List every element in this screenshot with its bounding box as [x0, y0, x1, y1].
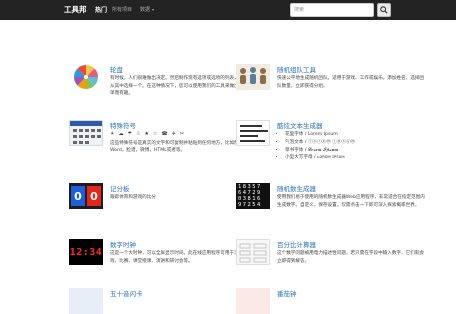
- card-title[interactable]: 记分板: [110, 183, 130, 193]
- card-title[interactable]: 百分比计算器: [277, 239, 316, 249]
- fancy-text-example: 花里字体 / Lorem Ipsum: [285, 131, 425, 139]
- score-left-value: 0: [74, 189, 82, 203]
- score-right-value: 0: [90, 189, 98, 203]
- text-lines-icon: [240, 125, 268, 142]
- random-number-thumbnail[interactable]: 18357 64729 03816 97254: [236, 183, 270, 209]
- scoreboard-thumbnail[interactable]: 0 0: [69, 183, 103, 209]
- search-input[interactable]: [290, 3, 374, 17]
- card-title[interactable]: 特殊符号: [110, 120, 136, 130]
- card-description: 花里字体 / Lorem Ipsum 气泡文本 / ⓛⓞⓡⓔⓜ ⓘⓟⓢⓤⓜ 草书…: [277, 131, 425, 162]
- clock-thumbnail[interactable]: 12:34: [69, 239, 103, 265]
- card-title[interactable]: 随机数生成器: [277, 183, 316, 193]
- fancy-text-example: 草书字体 / 𝓛𝓸𝓻𝓮𝓶 𝓘𝓹𝓼𝓾𝓶: [285, 147, 425, 155]
- wheel-thumbnail[interactable]: [69, 64, 103, 90]
- top-navbar: 工具邦 热门 所有项目 数据 ▾: [0, 0, 456, 20]
- card-description: 快速公平地生成随机团队。适用于游戏、工作或娱乐。添加姓名，选择团队数量，立即获得…: [277, 76, 425, 89]
- card-title[interactable]: 酷炫文本生成器: [277, 120, 323, 130]
- wheel-icon: [73, 64, 99, 90]
- brand-logo[interactable]: 工具邦: [64, 4, 87, 15]
- team-people-icon: [240, 67, 266, 84]
- random-digits-row: 97254: [238, 202, 262, 208]
- nav-item-hot[interactable]: 热门: [95, 5, 107, 14]
- symbols-grid-icon: [70, 121, 102, 144]
- fancy-text-example: 小型大写字母 / ʟᴏʀᴇᴍ ɪᴘsᴜᴍ: [285, 154, 425, 162]
- nav-item-data-label: 数据: [140, 7, 151, 13]
- score-right-panel: 0: [87, 186, 101, 206]
- card-title[interactable]: 番茄钟: [277, 288, 297, 298]
- clock-digits: 12:34: [69, 246, 103, 258]
- search-icon: [380, 6, 388, 14]
- fancy-text-thumbnail[interactable]: [236, 120, 270, 146]
- nav-item-data[interactable]: 数据 ▾: [140, 6, 154, 13]
- percentage-thumbnail[interactable]: [236, 239, 270, 265]
- form-fields-icon: [239, 243, 267, 263]
- card-title[interactable]: 随机组队工具: [277, 64, 316, 74]
- caret-down-icon: ▾: [152, 7, 155, 12]
- card-title[interactable]: 轮盘: [110, 64, 123, 74]
- team-thumbnail[interactable]: [236, 64, 270, 90]
- pomodoro-thumbnail[interactable]: [236, 288, 270, 314]
- fancy-text-example: 气泡文本 / ⓛⓞⓡⓔⓜ ⓘⓟⓢⓤⓜ: [285, 139, 425, 147]
- fancy-text-example-list: 花里字体 / Lorem Ipsum 气泡文本 / ⓛⓞⓡⓔⓜ ⓘⓟⓢⓤⓜ 草书…: [277, 131, 425, 162]
- card-title[interactable]: 数字时钟: [110, 239, 136, 249]
- card-description: 这个数学问题被用电力描述性问题，若只需在字段中输入数字，它们就会立即得到解答。: [277, 251, 425, 264]
- card-description: 使用我们易于使用的随机数生成器Web应用程序，非常适合在指定范围内生成数字。自定…: [277, 195, 425, 208]
- score-left-panel: 0: [71, 186, 85, 206]
- kana-thumbnail[interactable]: [69, 288, 103, 314]
- nav-item-all-items[interactable]: 所有项目: [112, 6, 132, 13]
- symbols-thumbnail[interactable]: [69, 120, 103, 146]
- card-title[interactable]: 五十音闪卡: [110, 288, 143, 298]
- search-button[interactable]: [377, 3, 391, 17]
